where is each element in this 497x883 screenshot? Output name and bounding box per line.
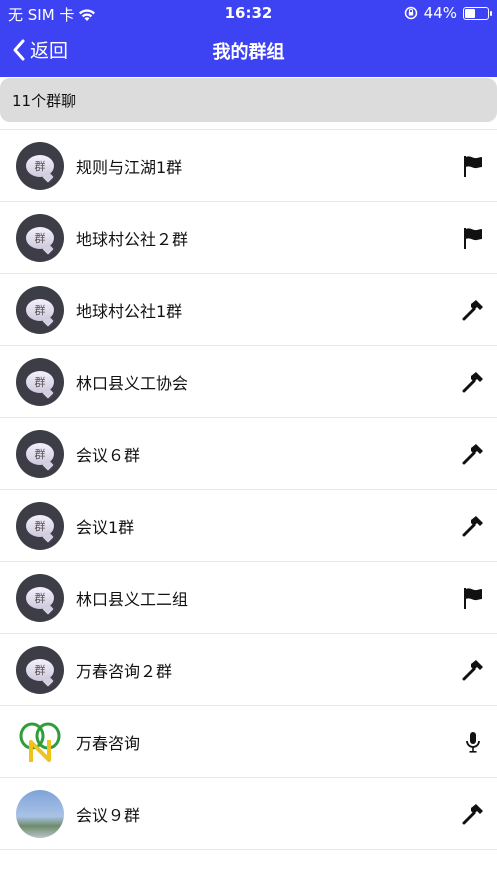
group-row[interactable]: 群 林口县义工二组 [0,561,497,633]
chat-bubble-icon: 群 [26,443,54,465]
group-name: 地球村公社２群 [76,230,189,249]
avatar-glyph: 群 [34,592,46,605]
group-row[interactable]: 群 林口县义工协会 [0,345,497,417]
battery-percent: 44% [423,4,457,22]
group-row[interactable]: 会议９群 [0,777,497,849]
chat-bubble-icon: 群 [26,299,54,321]
group-avatar: 群 [16,286,64,334]
avatar-glyph: 群 [34,232,46,245]
list-bottom-divider [0,849,497,850]
group-name: 林口县义工协会 [76,374,189,393]
group-name: 万春咨询 [76,734,141,753]
chat-bubble-icon: 群 [26,371,54,393]
hammer-icon [461,442,485,466]
avatar-glyph: 群 [34,160,46,173]
page-title: 我的群组 [212,42,285,63]
group-count-header: 11个群聊 [0,78,497,122]
group-avatar: 群 [16,214,64,262]
group-avatar: 群 [16,358,64,406]
group-name: 林口县义工二组 [76,590,189,609]
group-avatar: 群 [16,502,64,550]
navigation-bar: 返回 我的群组 [0,26,497,74]
status-bar: 无 SIM 卡 16:32 44% [0,0,497,26]
group-avatar: 群 [16,142,64,190]
avatar-glyph: 群 [34,304,46,317]
top-bar: 无 SIM 卡 16:32 44% 返回 我的群组 [0,0,497,77]
avatar-glyph: 群 [34,376,46,389]
group-row[interactable]: 群 地球村公社２群 [0,201,497,273]
hammer-icon [461,514,485,538]
battery-fill [465,8,475,18]
group-row[interactable]: 群 规则与江湖1群 [0,129,497,201]
group-logo-avatar [16,718,64,766]
avatar-glyph: 群 [34,520,46,533]
group-avatar: 群 [16,646,64,694]
group-name: 地球村公社1群 [76,302,183,321]
flag-icon [461,586,485,610]
flag-icon [461,226,485,250]
group-row[interactable]: 群 会议６群 [0,417,497,489]
group-name: 会议９群 [76,806,141,825]
hammer-icon [461,658,485,682]
group-name: 会议６群 [76,446,141,465]
chat-bubble-icon: 群 [26,227,54,249]
chat-bubble-icon: 群 [26,659,54,681]
microphone-icon [461,730,485,754]
group-row[interactable]: 群 地球村公社1群 [0,273,497,345]
group-count-label: 11个群聊 [12,91,77,110]
group-row[interactable]: 万春咨询 [0,705,497,777]
chat-bubble-icon: 群 [26,155,54,177]
company-logo-icon [19,722,61,762]
avatar-glyph: 群 [34,664,46,677]
status-right: 44% [404,4,492,22]
group-avatar: 群 [16,574,64,622]
orientation-lock-icon [404,6,417,20]
group-name: 万春咨询２群 [76,662,173,681]
group-name: 规则与江湖1群 [76,158,183,177]
group-row[interactable]: 群 万春咨询２群 [0,633,497,705]
hammer-icon [461,802,485,826]
group-list: 群规则与江湖1群群地球村公社２群群地球村公社1群群林口县义工协会群会议６群群会议… [0,129,497,850]
flag-icon [461,154,485,178]
chat-bubble-icon: 群 [26,587,54,609]
group-photo-avatar [16,790,64,838]
battery-icon [463,6,492,20]
hammer-icon [461,370,485,394]
group-row[interactable]: 群 会议1群 [0,489,497,561]
avatar-glyph: 群 [34,448,46,461]
hammer-icon [461,298,485,322]
chat-bubble-icon: 群 [26,515,54,537]
group-avatar: 群 [16,430,64,478]
group-name: 会议1群 [76,518,135,537]
